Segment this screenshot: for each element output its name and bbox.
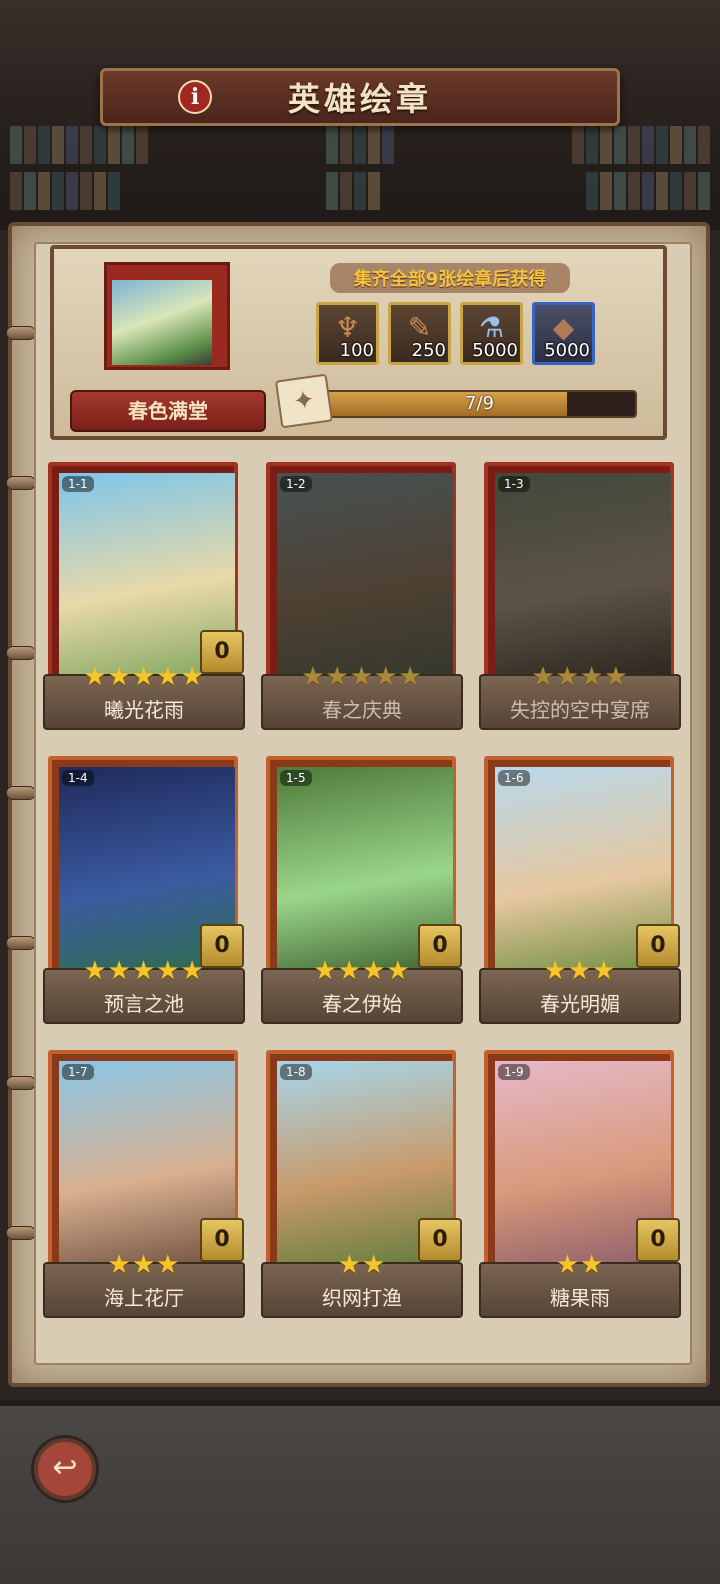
card-stars: ★★ xyxy=(555,1250,605,1280)
progress-text: 7/9 xyxy=(465,393,494,414)
binder-ring xyxy=(6,786,36,800)
reward-qty: 5000 xyxy=(472,340,518,361)
reward-caption: 集齐全部9张绘章后获得 xyxy=(330,263,570,293)
shelf-row xyxy=(10,172,710,212)
reward-items: ♆ 100 ✎ 250 ⚗ 5000 ◆ 5000 xyxy=(316,302,595,365)
card-name: 预言之池 xyxy=(104,992,184,1016)
book-group xyxy=(572,126,710,166)
card-stars: ★★★★★ xyxy=(83,662,205,692)
card-art xyxy=(495,473,671,685)
card-name-plate: ★★ 织网打渔 xyxy=(261,1252,463,1318)
hero-card[interactable]: 1-6 0 ★★★ 春光明媚 xyxy=(479,756,681,1028)
card-number: 1-4 xyxy=(62,770,94,786)
card-name: 春之伊始 xyxy=(322,992,402,1016)
reward-item-horn[interactable]: ♆ 100 xyxy=(316,302,379,365)
bottom-bar xyxy=(0,1400,720,1584)
card-stars: ★★★★ xyxy=(313,956,411,986)
binder-ring xyxy=(6,326,36,340)
hero-card[interactable]: 1-8 0 ★★ 织网打渔 xyxy=(261,1050,463,1322)
card-stars: ★★★ xyxy=(543,956,617,986)
back-arrow-icon[interactable]: ↩ xyxy=(34,1438,96,1500)
card-frame: 1-3 xyxy=(484,462,674,688)
binder-ring xyxy=(6,646,36,660)
hero-card[interactable]: 1-3 ★★★★ 失控的空中宴席 xyxy=(479,462,681,734)
hero-card[interactable]: 1-9 0 ★★ 糖果雨 xyxy=(479,1050,681,1322)
book-group xyxy=(326,126,394,166)
reward-qty: 5000 xyxy=(544,340,590,361)
card-number: 1-3 xyxy=(498,476,530,492)
card-number: 1-7 xyxy=(62,1064,94,1080)
card-stars: ★★★★ xyxy=(531,662,629,692)
card-name-plate: ★★★★★ 曦光花雨 xyxy=(43,664,245,730)
binder-ring xyxy=(6,936,36,950)
card-number: 1-6 xyxy=(498,770,530,786)
card-stars: ★★★★★ xyxy=(83,956,205,986)
book-group xyxy=(10,172,120,212)
card-name: 失控的空中宴席 xyxy=(510,698,650,722)
card-name-plate: ★★ 糖果雨 xyxy=(479,1252,681,1318)
card-name-plate: ★★★ 海上花厅 xyxy=(43,1252,245,1318)
card-number: 1-2 xyxy=(280,476,312,492)
card-name: 春光明媚 xyxy=(540,992,620,1016)
hero-card[interactable]: 1-4 0 ★★★★★ 预言之池 xyxy=(43,756,245,1028)
card-name-plate: ★★★★★ 预言之池 xyxy=(43,958,245,1024)
reward-qty: 100 xyxy=(339,340,374,361)
card-number: 1-5 xyxy=(280,770,312,786)
hero-card[interactable]: 1-7 0 ★★★ 海上花厅 xyxy=(43,1050,245,1322)
card-name: 糖果雨 xyxy=(550,1286,610,1310)
reward-card-name: 春色满堂 xyxy=(70,390,266,432)
card-stars: ★★★ xyxy=(107,1250,181,1280)
reward-card-art xyxy=(112,280,212,365)
card-stars: ★★★★★ xyxy=(301,662,423,692)
card-art xyxy=(277,473,453,685)
card-name-plate: ★★★ 春光明媚 xyxy=(479,958,681,1024)
hero-card[interactable]: 1-1 0 ★★★★★ 曦光花雨 xyxy=(43,462,245,734)
card-number: 1-9 xyxy=(498,1064,530,1080)
binder-ring xyxy=(6,1226,36,1240)
page-title: 英雄绘章 xyxy=(287,80,432,118)
book-group xyxy=(326,172,380,212)
card-stars: ★★ xyxy=(337,1250,387,1280)
hero-card[interactable]: 1-5 0 ★★★★ 春之伊始 xyxy=(261,756,463,1028)
card-frame: 1-2 xyxy=(266,462,456,688)
collection-progress-bar: 7/9 xyxy=(322,390,637,418)
card-name: 海上花厅 xyxy=(104,1286,184,1310)
info-icon[interactable]: i xyxy=(178,80,212,114)
card-name: 织网打渔 xyxy=(322,1286,402,1310)
binder-ring xyxy=(6,1076,36,1090)
card-stack-icon: ✦ xyxy=(274,373,334,429)
shelf-row xyxy=(10,126,710,166)
reward-qty: 250 xyxy=(411,340,446,361)
book-group xyxy=(10,126,148,166)
reward-item-scroll[interactable]: ✎ 250 xyxy=(388,302,451,365)
reward-item-ore[interactable]: ◆ 5000 xyxy=(532,302,595,365)
card-number: 1-8 xyxy=(280,1064,312,1080)
book-group xyxy=(586,172,710,212)
card-name: 春之庆典 xyxy=(322,698,402,722)
hero-card[interactable]: 1-2 ★★★★★ 春之庆典 xyxy=(261,462,463,734)
card-name: 曦光花雨 xyxy=(104,698,184,722)
card-name-plate: ★★★★ 春之伊始 xyxy=(261,958,463,1024)
card-number: 1-1 xyxy=(62,476,94,492)
reward-item-potion[interactable]: ⚗ 5000 xyxy=(460,302,523,365)
binder-ring xyxy=(6,476,36,490)
card-name-plate: ★★★★ 失控的空中宴席 xyxy=(479,664,681,730)
card-name-plate: ★★★★★ 春之庆典 xyxy=(261,664,463,730)
